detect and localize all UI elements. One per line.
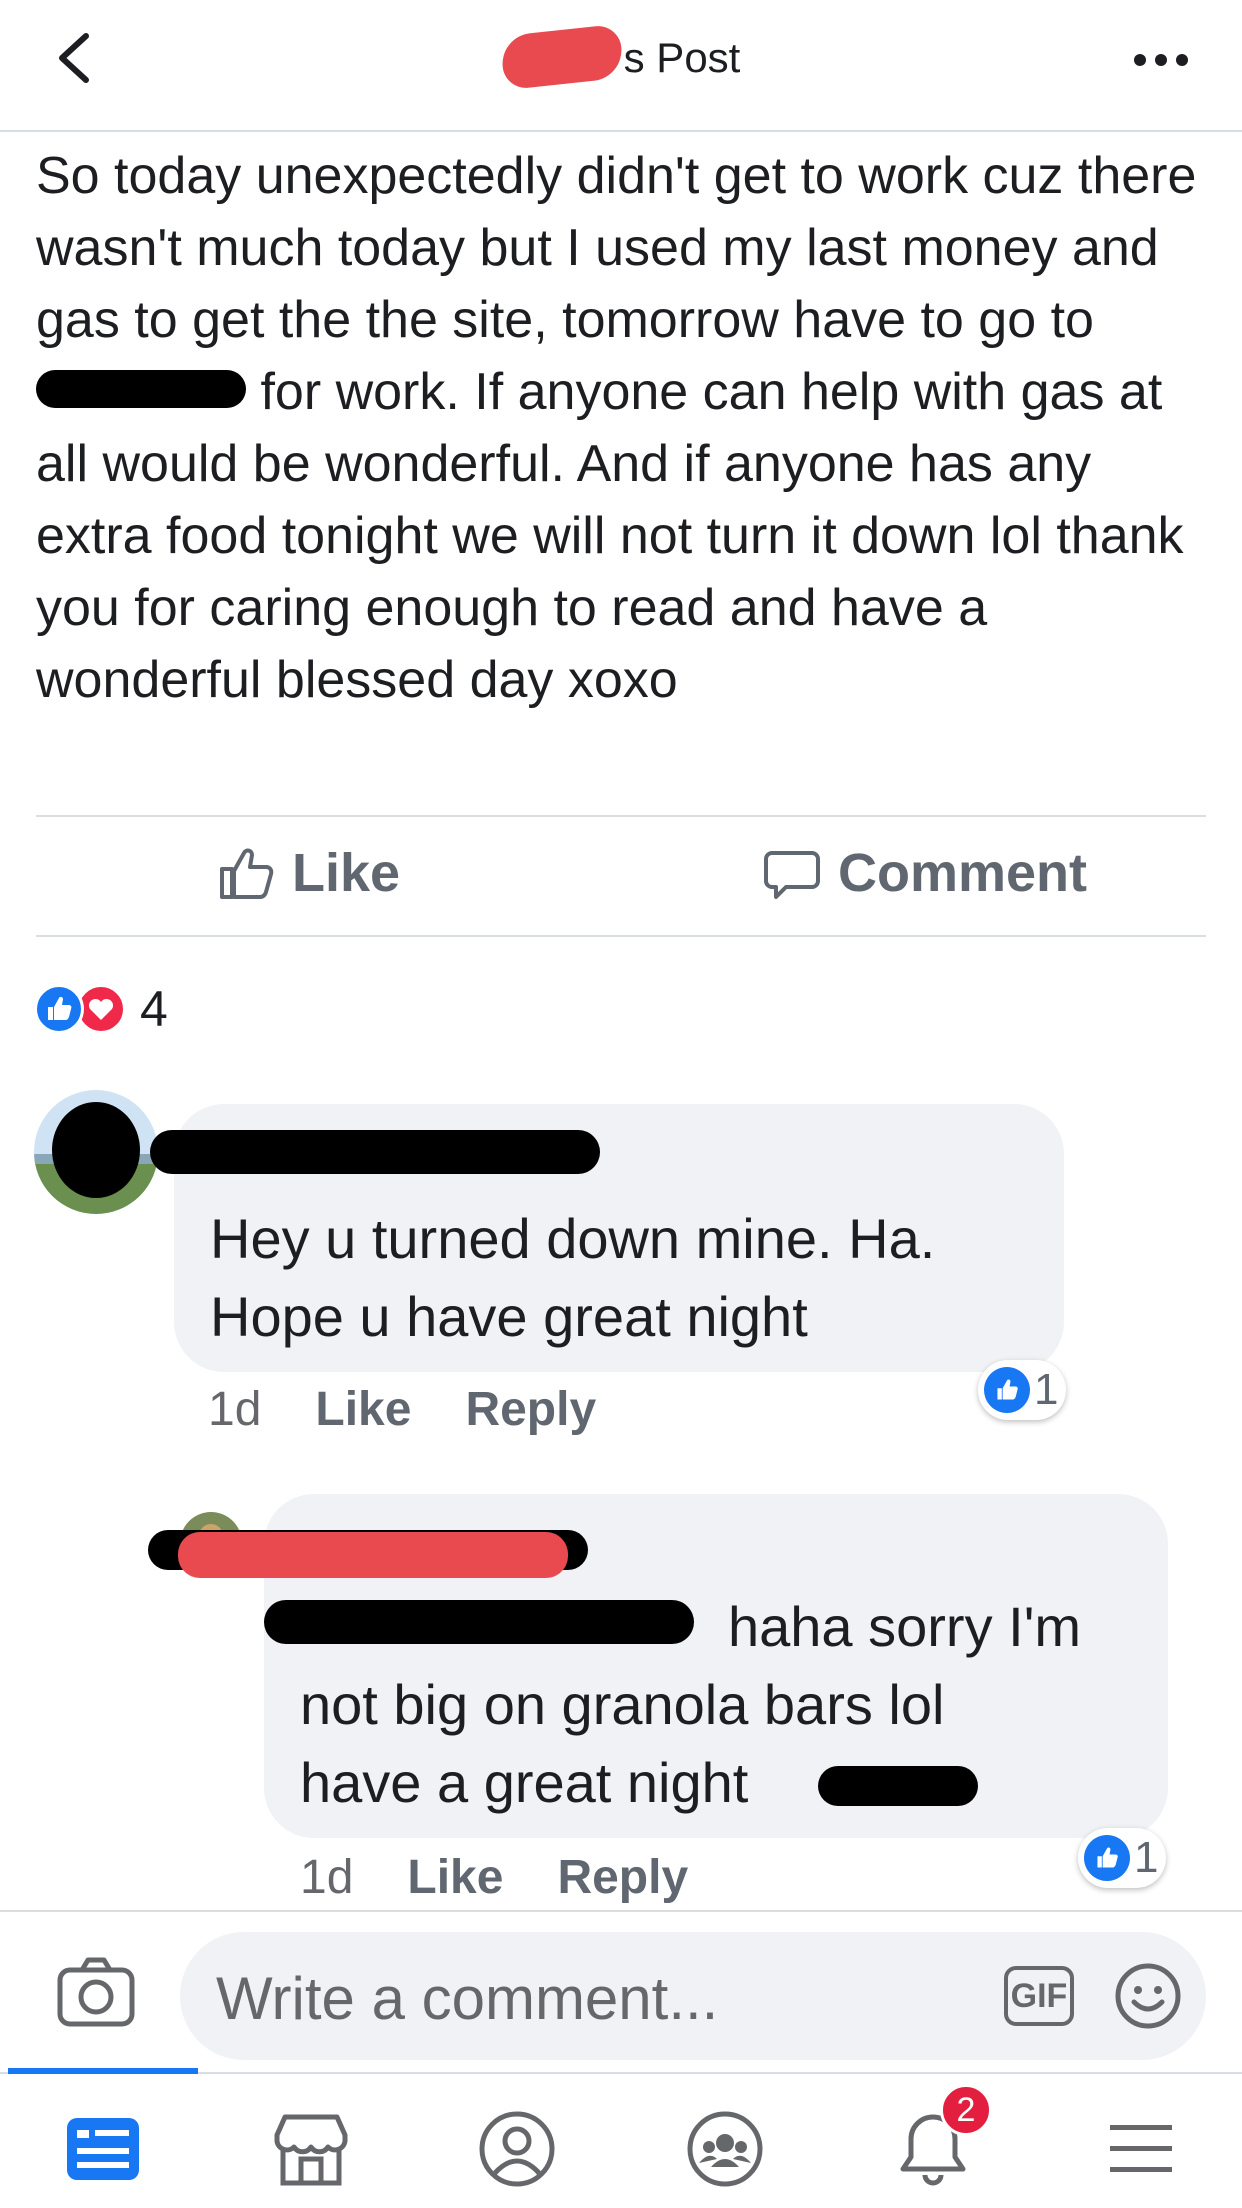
divider	[36, 815, 1206, 817]
comment-meta: 1d Like Reply	[300, 1850, 688, 1905]
comment-input-placeholder: Write a comment...	[216, 1965, 719, 2032]
comment-like-count: 1	[1134, 1833, 1159, 1882]
page-title: s Post	[0, 23, 1242, 91]
comment-reply-button[interactable]: Reply	[465, 1382, 596, 1437]
profile-icon[interactable]	[472, 2104, 562, 2194]
reaction-count: 4	[140, 981, 168, 1037]
top-bar: s Post	[0, 0, 1242, 132]
marketplace-icon[interactable]	[266, 2104, 356, 2194]
emoji-icon[interactable]	[1114, 1962, 1182, 2030]
thumbs-up-icon	[220, 848, 274, 899]
comment-like-badge[interactable]: 1	[978, 1360, 1067, 1420]
divider	[36, 935, 1206, 937]
comment-timestamp: 1d	[300, 1851, 354, 1904]
comment-text-line: not big on granola bars lol	[300, 1673, 945, 1736]
page-title-text: s Post	[623, 34, 741, 82]
reaction-summary[interactable]: 4	[34, 980, 168, 1038]
news-feed-icon[interactable]	[58, 2104, 148, 2194]
comment-button[interactable]: Comment	[762, 842, 1087, 904]
comment-timestamp: 1d	[208, 1383, 262, 1436]
comment-like-count: 1	[1034, 1365, 1059, 1414]
active-tab-indicator	[8, 2068, 198, 2074]
bottom-navigation: 2	[0, 2068, 1242, 2208]
post-text-part2: for work. If anyone can help with gas at…	[36, 363, 1184, 709]
avatar[interactable]	[34, 1090, 158, 1214]
notifications-bell-icon[interactable]: 2	[888, 2084, 992, 2194]
comment-text: Hey u turned down mine. Ha. Hope u have …	[210, 1207, 936, 1348]
more-options-icon[interactable]	[1126, 40, 1196, 80]
post-body: So today unexpectedly didn't get to work…	[36, 140, 1216, 716]
redacted-name	[499, 23, 625, 91]
groups-icon[interactable]	[680, 2104, 770, 2194]
redacted-location	[36, 370, 246, 409]
menu-icon[interactable]	[1096, 2104, 1186, 2194]
redacted-commenter-name[interactable]	[150, 1130, 600, 1174]
gif-button[interactable]: GIF	[1004, 1966, 1074, 2026]
comment-reply-button[interactable]: Reply	[557, 1850, 688, 1905]
comment-meta: 1d Like Reply	[208, 1382, 596, 1437]
like-reaction-icon	[984, 1367, 1030, 1413]
redacted-mention	[264, 1600, 694, 1644]
notification-badge: 2	[940, 2084, 992, 2136]
post-text-part1: So today unexpectedly didn't get to work…	[36, 147, 1197, 349]
camera-icon[interactable]	[56, 1956, 136, 2028]
like-label: Like	[292, 843, 401, 903]
comment-label: Comment	[838, 843, 1088, 903]
comment-input[interactable]: Write a comment... GIF	[180, 1932, 1206, 2060]
redacted-name-end	[818, 1766, 978, 1806]
like-reaction-icon	[34, 984, 84, 1034]
comment-like-button[interactable]: Like	[315, 1382, 411, 1437]
comment-composer: Write a comment... GIF	[0, 1910, 1242, 2070]
comment-bubble-icon	[764, 851, 820, 899]
like-reaction-icon	[1084, 1835, 1130, 1881]
like-button[interactable]: Like	[216, 842, 400, 904]
comment-like-badge[interactable]: 1	[1078, 1828, 1167, 1888]
comment-text-line: have a great night	[300, 1751, 749, 1814]
comment-text-line: haha sorry I'm	[728, 1595, 1082, 1658]
comment-like-button[interactable]: Like	[407, 1850, 503, 1905]
redacted-commenter-name-red	[178, 1532, 568, 1578]
